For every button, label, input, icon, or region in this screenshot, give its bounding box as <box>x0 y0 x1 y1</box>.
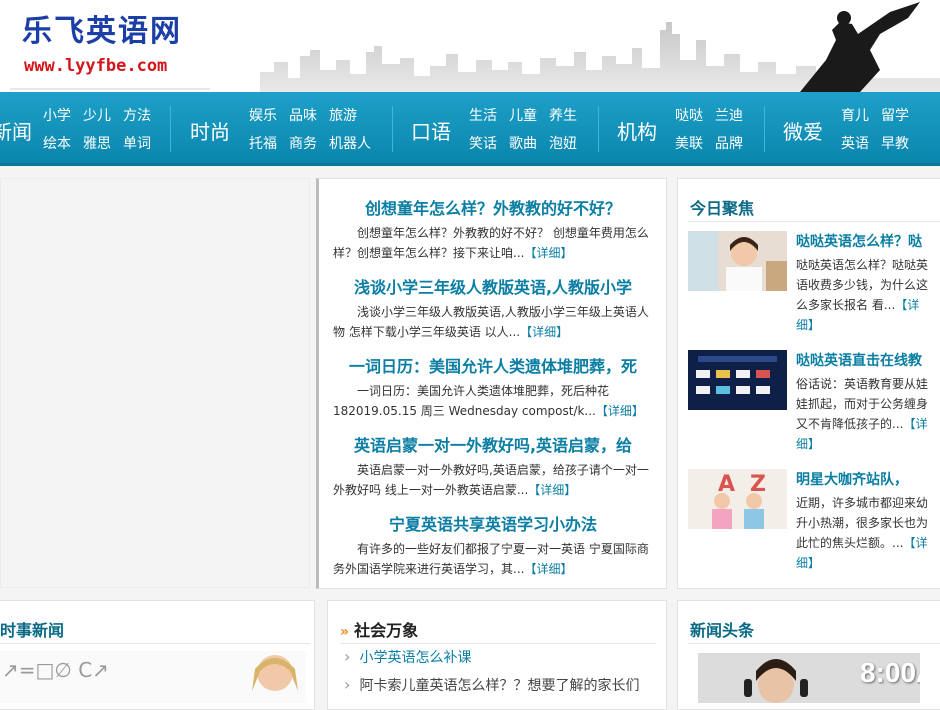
nav-link[interactable]: 绘本 <box>43 133 71 153</box>
focus-title[interactable]: 哒哒英语直击在线教 <box>796 350 936 370</box>
more-link[interactable]: 【详细】 <box>524 246 572 260</box>
article-summary: 英语启蒙一对一外教好吗,英语启蒙，给孩子请个一对一外教好吗 线上一对一外教英语启… <box>333 463 649 497</box>
divider <box>0 643 310 644</box>
article-summary: 浅谈小学三年级人教版英语,人教版小学三年级上英语人物 怎样下载小学三年级英语 以… <box>333 305 649 339</box>
nav-link[interactable]: 旅游 <box>329 105 357 125</box>
nav-link[interactable]: 机器人 <box>329 133 371 153</box>
article-summary: 有许多的一些好友们都报了宁夏一对一英语 宁夏国际商务外国语学院来进行英语学习，其… <box>333 542 649 576</box>
nav-link[interactable]: 留学 <box>881 105 909 125</box>
panel-title: 新闻头条 <box>690 621 755 640</box>
list-item: 一词日历：美国允许人类遗体堆肥葬，死 一词日历：美国允许人类遗体堆肥葬，死后种花… <box>333 353 653 421</box>
nav-link[interactable]: 单词 <box>123 133 151 153</box>
logo-text: 乐飞英语网 <box>22 14 182 49</box>
nav-link[interactable]: 育儿 <box>841 105 869 125</box>
left-slideshow-area <box>0 178 310 588</box>
headlines-panel: 新闻头条 8:00A <box>677 600 940 710</box>
divider <box>688 221 940 222</box>
more-link[interactable]: 【详细】 <box>520 325 568 339</box>
divider <box>340 643 656 644</box>
nav-link[interactable]: 品味 <box>289 105 317 125</box>
nav-link[interactable]: 商务 <box>289 133 317 153</box>
article-title[interactable]: 浅谈小学三年级人教版英语,人教版小学 <box>333 274 653 296</box>
main-nav: 新闻 小学 少儿 方法 绘本 雅思 单词 时尚 娱乐 品味 旅游 托福 商务 机… <box>0 92 940 166</box>
nav-link[interactable]: 兰迪 <box>715 105 743 125</box>
more-link[interactable]: 【详细】 <box>528 483 576 497</box>
article-title[interactable]: 创想童年怎么样？外教教的好不好？ <box>333 195 653 217</box>
nav-divider <box>170 106 171 152</box>
nav-link[interactable]: 娱乐 <box>249 105 277 125</box>
thumbnail-image[interactable] <box>688 350 787 410</box>
thumbnail-image[interactable]: A Z <box>688 469 787 529</box>
nav-link[interactable]: 雅思 <box>83 133 111 153</box>
focus-title[interactable]: 哒哒英语怎么样？哒 <box>796 231 936 251</box>
nav-link[interactable]: 品牌 <box>715 133 743 153</box>
article-title[interactable]: 一词日历：美国允许人类遗体堆肥葬，死 <box>333 353 653 375</box>
list-item: › 阿卡索儿童英语怎么样？？想要了解的家长们 <box>344 675 640 695</box>
focus-summary: 近期，许多城市都迎来幼升小热潮，很多家长也为此忙的焦头烂额。...【详细】 <box>796 496 929 570</box>
site-header: 乐飞英语网 www.lyyfbe.com <box>0 0 940 92</box>
nav-link[interactable]: 方法 <box>123 105 151 125</box>
bullet-icon: › <box>344 675 351 694</box>
nav-link[interactable]: 少儿 <box>83 105 111 125</box>
divider <box>688 643 940 644</box>
nav-link[interactable]: 儿童 <box>509 105 537 125</box>
nav-oral[interactable]: 口语 <box>411 116 451 145</box>
today-focus-panel: 今日聚焦 哒哒英语怎么样？哒 哒哒英语怎么样？哒哒英语收费多少钱，为什么这么多家… <box>677 178 940 589</box>
focus-item: 哒哒英语怎么样？哒 哒哒英语怎么样？哒哒英语收费多少钱，为什么这么多家长报名 看… <box>688 231 938 341</box>
panel-header: » 社会万象 <box>340 617 418 641</box>
nav-link[interactable]: 养生 <box>549 105 577 125</box>
double-chevron-icon: » <box>340 624 350 640</box>
nav-link[interactable]: 美联 <box>675 133 703 153</box>
focus-item: 哒哒英语直击在线教 俗话说：英语教育要从娃娃抓起，而对于公务缠身又不肯降低孩子的… <box>688 350 938 460</box>
news-link[interactable]: 阿卡索儿童英语怎么样？？想要了解的家长们 <box>360 678 640 694</box>
current-news-panel: 时事新闻 ↗=□∅ C↗ <box>0 600 315 710</box>
site-logo[interactable]: 乐飞英语网 www.lyyfbe.com <box>10 0 210 90</box>
list-item: 创想童年怎么样？外教教的好不好？ 创想童年怎么样？外教教的好不好？ 创想童年费用… <box>333 195 653 263</box>
nav-weiai[interactable]: 微爱 <box>783 116 823 145</box>
society-panel: » 社会万象 › 小学英语怎么补课 › 阿卡索儿童英语怎么样？？想要了解的家长们 <box>327 600 667 710</box>
list-item: › 小学英语怎么补课 <box>344 647 472 667</box>
article-title[interactable]: 宁夏英语共享英语学习小办法 <box>333 511 653 533</box>
nav-institutions[interactable]: 机构 <box>617 116 657 145</box>
nav-link[interactable]: 英语 <box>841 133 869 153</box>
article-summary: 创想童年怎么样？外教教的好不好？ 创想童年费用怎么样？创想童年怎么样？接下来让咱… <box>333 226 649 260</box>
nav-link[interactable]: 笑话 <box>469 133 497 153</box>
svg-text:↗=□∅ C↗: ↗=□∅ C↗ <box>2 658 109 682</box>
more-link[interactable]: 【详细】 <box>524 562 572 576</box>
thumbnail-image[interactable] <box>688 231 787 291</box>
nav-link[interactable]: 小学 <box>43 105 71 125</box>
nav-link[interactable]: 歌曲 <box>509 133 537 153</box>
list-item: 英语启蒙一对一外教好吗,英语启蒙，给 英语启蒙一对一外教好吗,英语启蒙，给孩子请… <box>333 432 653 500</box>
panel-title: 今日聚焦 <box>690 199 755 218</box>
focus-summary: 俗话说：英语教育要从娃娃抓起，而对于公务缠身又不肯降低孩子的...【详细】 <box>796 377 929 451</box>
nav-divider <box>392 106 393 152</box>
more-link[interactable]: 【详细】 <box>596 404 644 418</box>
panel-title: 时事新闻 <box>0 621 65 640</box>
nav-divider <box>598 106 599 152</box>
nav-link[interactable]: 早教 <box>881 133 909 153</box>
nav-link[interactable]: 哒哒 <box>675 105 703 125</box>
article-list: 创想童年怎么样？外教教的好不好？ 创想童年怎么样？外教教的好不好？ 创想童年费用… <box>316 178 667 589</box>
news-image[interactable]: ↗=□∅ C↗ <box>0 651 306 703</box>
news-link[interactable]: 小学英语怎么补课 <box>360 650 472 666</box>
article-summary: 一词日历：美国允许人类遗体堆肥葬，死后种花 182019.05.15 周三 We… <box>333 384 644 418</box>
nav-news[interactable]: 新闻 <box>0 116 32 145</box>
list-item: 宁夏英语共享英语学习小办法 有许多的一些好友们都报了宁夏一对一英语 宁夏国际商务… <box>333 511 653 579</box>
focus-summary: 哒哒英语怎么样？哒哒英语收费多少钱，为什么这么多家长报名 看...【详细】 <box>796 258 929 332</box>
nav-link[interactable]: 托福 <box>249 133 277 153</box>
list-item: 浅谈小学三年级人教版英语,人教版小学 浅谈小学三年级人教版英语,人教版小学三年级… <box>333 274 653 342</box>
clock-overlay-text: 8:00A <box>860 657 920 688</box>
nav-divider <box>764 106 765 152</box>
logo-url: www.lyyfbe.com <box>24 56 168 76</box>
focus-item: A Z 明星大咖齐站队， 近期，许多城市都迎来幼升小热潮，很多家长也为此忙的焦头… <box>688 469 938 579</box>
nav-fashion[interactable]: 时尚 <box>190 116 230 145</box>
bullet-icon: › <box>344 647 351 666</box>
nav-link[interactable]: 生活 <box>469 105 497 125</box>
nav-link[interactable]: 泡妞 <box>549 133 577 153</box>
panel-title: 社会万象 <box>354 621 419 640</box>
headline-image[interactable]: 8:00A <box>698 653 920 703</box>
focus-title[interactable]: 明星大咖齐站队， <box>796 469 936 489</box>
city-skyline-banner <box>260 2 940 92</box>
article-title[interactable]: 英语启蒙一对一外教好吗,英语启蒙，给 <box>333 432 653 454</box>
